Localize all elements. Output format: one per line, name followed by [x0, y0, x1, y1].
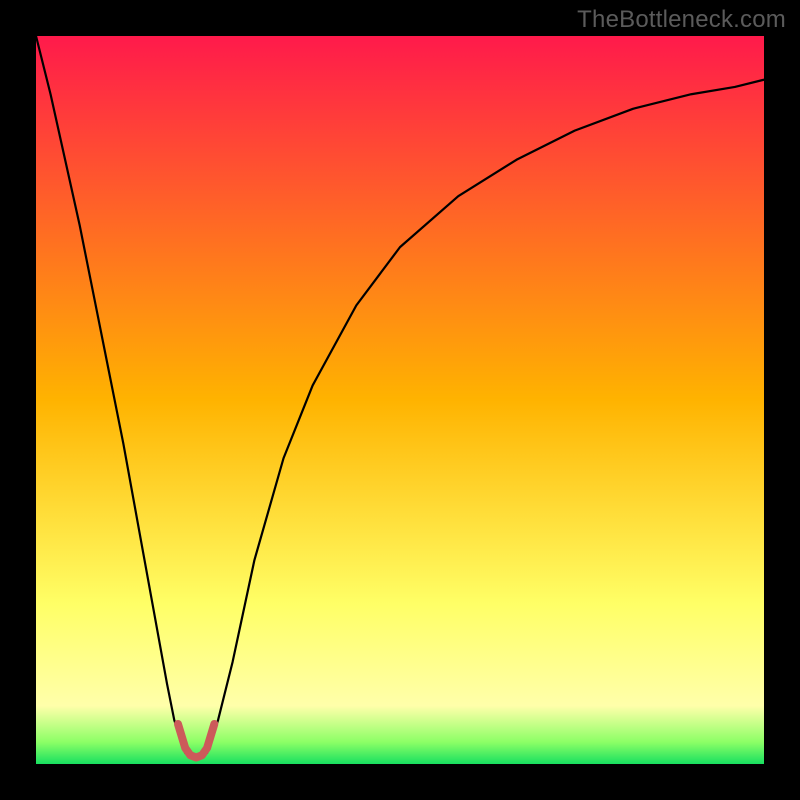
bottleneck-chart	[36, 36, 764, 764]
watermark-text: TheBottleneck.com	[577, 6, 786, 34]
outer-frame: TheBottleneck.com	[0, 0, 800, 800]
chart-background	[36, 36, 764, 764]
